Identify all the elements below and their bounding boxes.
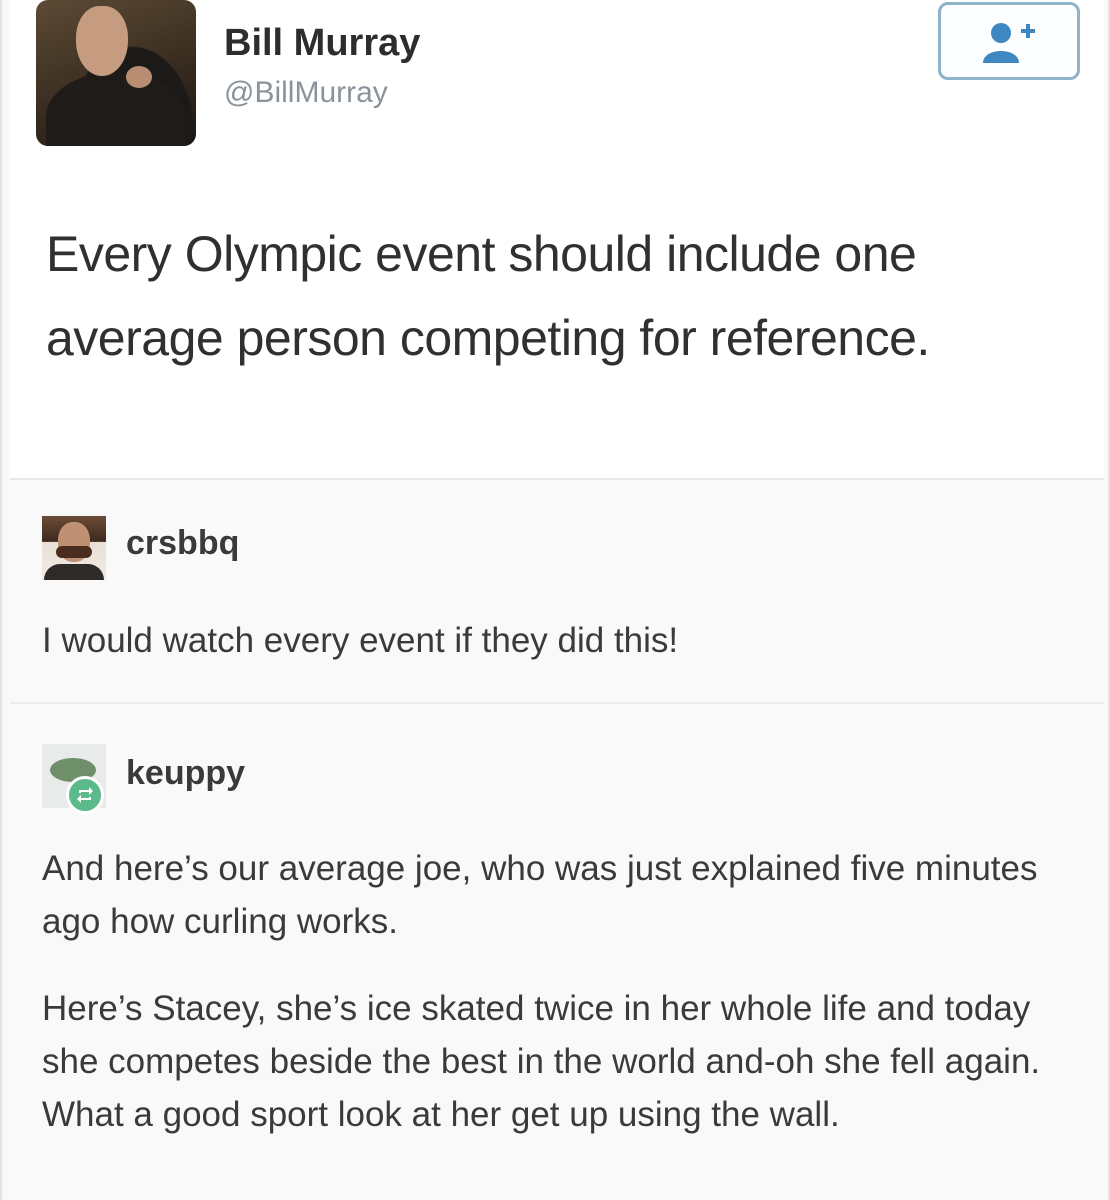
reply-text: Here’s Stacey, she’s ice skated twice in… xyxy=(42,989,1041,1134)
avatar[interactable] xyxy=(36,0,196,146)
avatar[interactable] xyxy=(42,516,106,580)
reply-username[interactable]: keuppy xyxy=(126,754,245,793)
display-name[interactable]: Bill Murray xyxy=(224,22,420,65)
reply-username[interactable]: crsbbq xyxy=(126,524,239,563)
user-handle[interactable]: @BillMurray xyxy=(224,76,388,110)
reply-item: crsbbq I would watch every event if they… xyxy=(10,480,1104,704)
reply-text: I would watch every event if they did th… xyxy=(42,621,679,660)
follow-button[interactable] xyxy=(938,2,1080,80)
tweet-card: Bill Murray @BillMurray Every Olympic ev… xyxy=(10,0,1104,480)
tweet-text: Every Olympic event should include one a… xyxy=(46,226,930,366)
add-user-icon xyxy=(983,23,1035,63)
reblog-icon xyxy=(66,776,104,814)
screenshot-frame: Bill Murray @BillMurray Every Olympic ev… xyxy=(0,0,1110,1200)
reply-item: keuppy And here’s our average joe, who w… xyxy=(10,704,1104,1200)
reply-text: And here’s our average joe, who was just… xyxy=(42,849,1038,941)
